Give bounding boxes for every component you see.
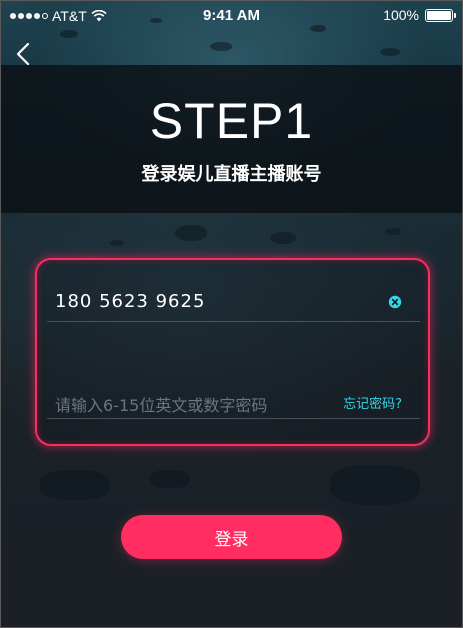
- clear-circle-icon[interactable]: [388, 295, 402, 309]
- forgot-password-link[interactable]: 忘记密码?: [343, 393, 402, 412]
- status-right: 100%: [383, 7, 456, 23]
- phone-input[interactable]: 180 5623 9625: [55, 291, 205, 312]
- login-form-card: 180 5623 9625 请输入6-15位英文或数字密码 忘记密码?: [35, 258, 430, 446]
- battery-icon: [425, 8, 456, 22]
- status-bar: AT&T 9:41 AM 100%: [0, 0, 463, 32]
- password-input[interactable]: 请输入6-15位英文或数字密码: [55, 392, 267, 416]
- step-subtitle: 登录娱儿直播主播账号: [141, 164, 322, 185]
- back-button[interactable]: [12, 40, 36, 68]
- step-title: STEP1: [149, 93, 314, 149]
- battery-percent: 100%: [383, 7, 419, 23]
- chevron-left-icon: [16, 42, 30, 66]
- login-button[interactable]: 登录: [121, 515, 342, 559]
